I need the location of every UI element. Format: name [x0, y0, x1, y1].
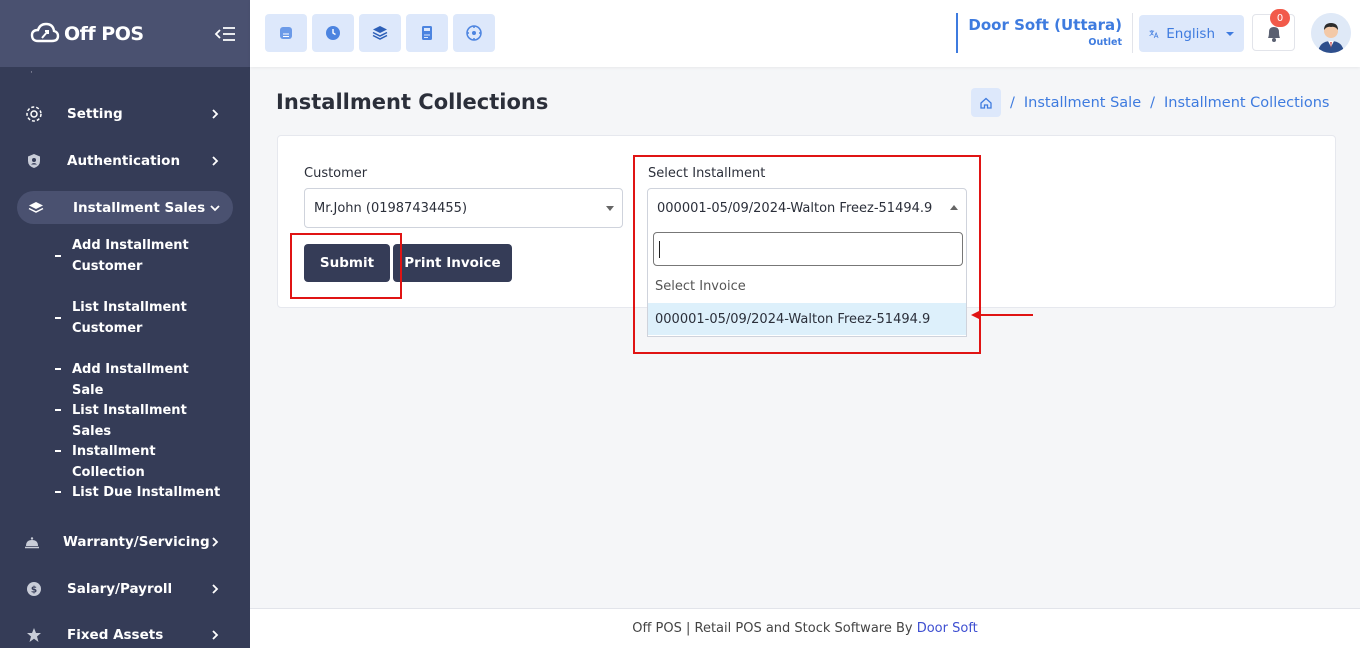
compass-icon: [466, 25, 482, 41]
breadcrumb: / Installment Sale / Installment Collect…: [971, 88, 1329, 117]
sidebar-item-label: Installment Sales: [73, 200, 206, 216]
attendance-button[interactable]: [312, 14, 354, 52]
footer-link[interactable]: Door Soft: [917, 621, 978, 636]
chevron-right-icon: [212, 109, 219, 119]
language-selector[interactable]: English: [1139, 15, 1244, 52]
sidebar-item-label: Warranty/Servicing: [63, 534, 210, 550]
svg-text:$: $: [31, 586, 37, 596]
outlet-switcher[interactable]: Door Soft (Uttara) Outlet: [956, 13, 1133, 53]
language-label: English: [1166, 25, 1215, 42]
breadcrumb-separator: /: [1010, 94, 1015, 111]
translate-icon: [1149, 29, 1159, 38]
footer: Off POS | Retail POS and Stock Software …: [250, 608, 1360, 648]
chevron-right-icon: [212, 584, 219, 594]
caret-down-icon: [1226, 31, 1234, 36]
avatar-icon: [1311, 13, 1351, 53]
outlet-label: Outlet: [1088, 37, 1122, 48]
stock-button[interactable]: [359, 14, 401, 52]
layers-icon: [372, 26, 388, 40]
dash-icon: [55, 491, 61, 493]
page-title: Installment Collections: [276, 90, 549, 114]
submenu-label: List Installment Customer: [72, 300, 187, 336]
red-arrow-icon: [971, 310, 1033, 320]
sidebar-item-installment-sales[interactable]: Installment Sales: [0, 191, 250, 225]
asset-icon: [25, 626, 43, 644]
home-icon: [980, 97, 992, 109]
highlight-box-installment: [633, 155, 981, 354]
sidebar-item-label: Setting: [67, 106, 123, 122]
logo[interactable]: Off POS: [30, 21, 144, 47]
clock-icon: [326, 26, 340, 40]
sidebar-item-authentication[interactable]: Authentication: [0, 144, 250, 178]
submenu-label: Add Installment Customer: [72, 238, 189, 274]
dash-icon: [55, 255, 61, 257]
calculator-button[interactable]: [406, 14, 448, 52]
customer-label: Customer: [304, 166, 368, 181]
dash-icon: [55, 317, 61, 319]
sidebar-item-label: Authentication: [67, 153, 181, 169]
dash-icon: [55, 368, 61, 370]
user-avatar[interactable]: [1311, 13, 1351, 53]
submenu-label: Installment Collection: [72, 444, 156, 480]
pos-register-button[interactable]: [265, 14, 307, 52]
scroll-hint: ·: [30, 68, 33, 78]
dashboard-button[interactable]: [453, 14, 495, 52]
layers-icon: [22, 194, 50, 222]
sidebar-item-fixed-assets[interactable]: Fixed Assets: [0, 618, 250, 648]
highlight-box-submit: [290, 233, 402, 299]
notification-badge: 0: [1270, 9, 1290, 27]
cloud-logo-icon: [30, 22, 60, 42]
chevron-down-icon: [210, 205, 220, 212]
submenu-label: List Due Installment: [72, 485, 221, 500]
customer-select-value: Mr.John (01987434455): [314, 200, 468, 216]
submenu-label: List Installment Sales: [72, 403, 187, 439]
outlet-name: Door Soft (Uttara): [968, 16, 1122, 34]
dash-icon: [55, 450, 61, 452]
gear-icon: [25, 105, 43, 123]
caret-down-icon: [606, 206, 614, 211]
sidebar-item-setting[interactable]: Setting: [0, 97, 250, 131]
chevron-right-icon: [212, 156, 219, 166]
chevron-right-icon: [212, 630, 219, 640]
sidebar: Off POS · Setting Authentication Install…: [0, 0, 250, 648]
top-header: Door Soft (Uttara) Outlet English 0: [250, 0, 1360, 67]
logo-text: Off POS: [64, 22, 144, 45]
print-invoice-button[interactable]: Print Invoice: [393, 244, 512, 282]
submenu-label: Add Installment Sale: [72, 362, 189, 398]
breadcrumb-separator: /: [1150, 94, 1155, 111]
service-bell-icon: [23, 533, 41, 551]
dash-icon: [55, 409, 61, 411]
breadcrumb-home[interactable]: [971, 88, 1001, 117]
sidebar-item-warranty-servicing[interactable]: Warranty/Servicing: [0, 525, 250, 559]
sidebar-item-salary-payroll[interactable]: $ Salary/Payroll: [0, 572, 250, 606]
customer-select[interactable]: Mr.John (01987434455): [304, 188, 623, 228]
register-icon: [280, 27, 292, 39]
calculator-icon: [422, 26, 432, 40]
dollar-icon: $: [25, 580, 43, 598]
sidebar-item-label: Salary/Payroll: [67, 581, 173, 597]
logo-bar: Off POS: [0, 0, 250, 67]
breadcrumb-current: Installment Collections: [1164, 94, 1330, 111]
collapse-menu-icon[interactable]: [214, 24, 236, 44]
breadcrumb-installment-sale[interactable]: Installment Sale: [1024, 95, 1141, 111]
shield-user-icon: [25, 152, 43, 170]
chevron-right-icon: [212, 537, 219, 547]
sidebar-item-label: Fixed Assets: [67, 627, 164, 643]
footer-text: Off POS | Retail POS and Stock Software …: [632, 621, 917, 636]
